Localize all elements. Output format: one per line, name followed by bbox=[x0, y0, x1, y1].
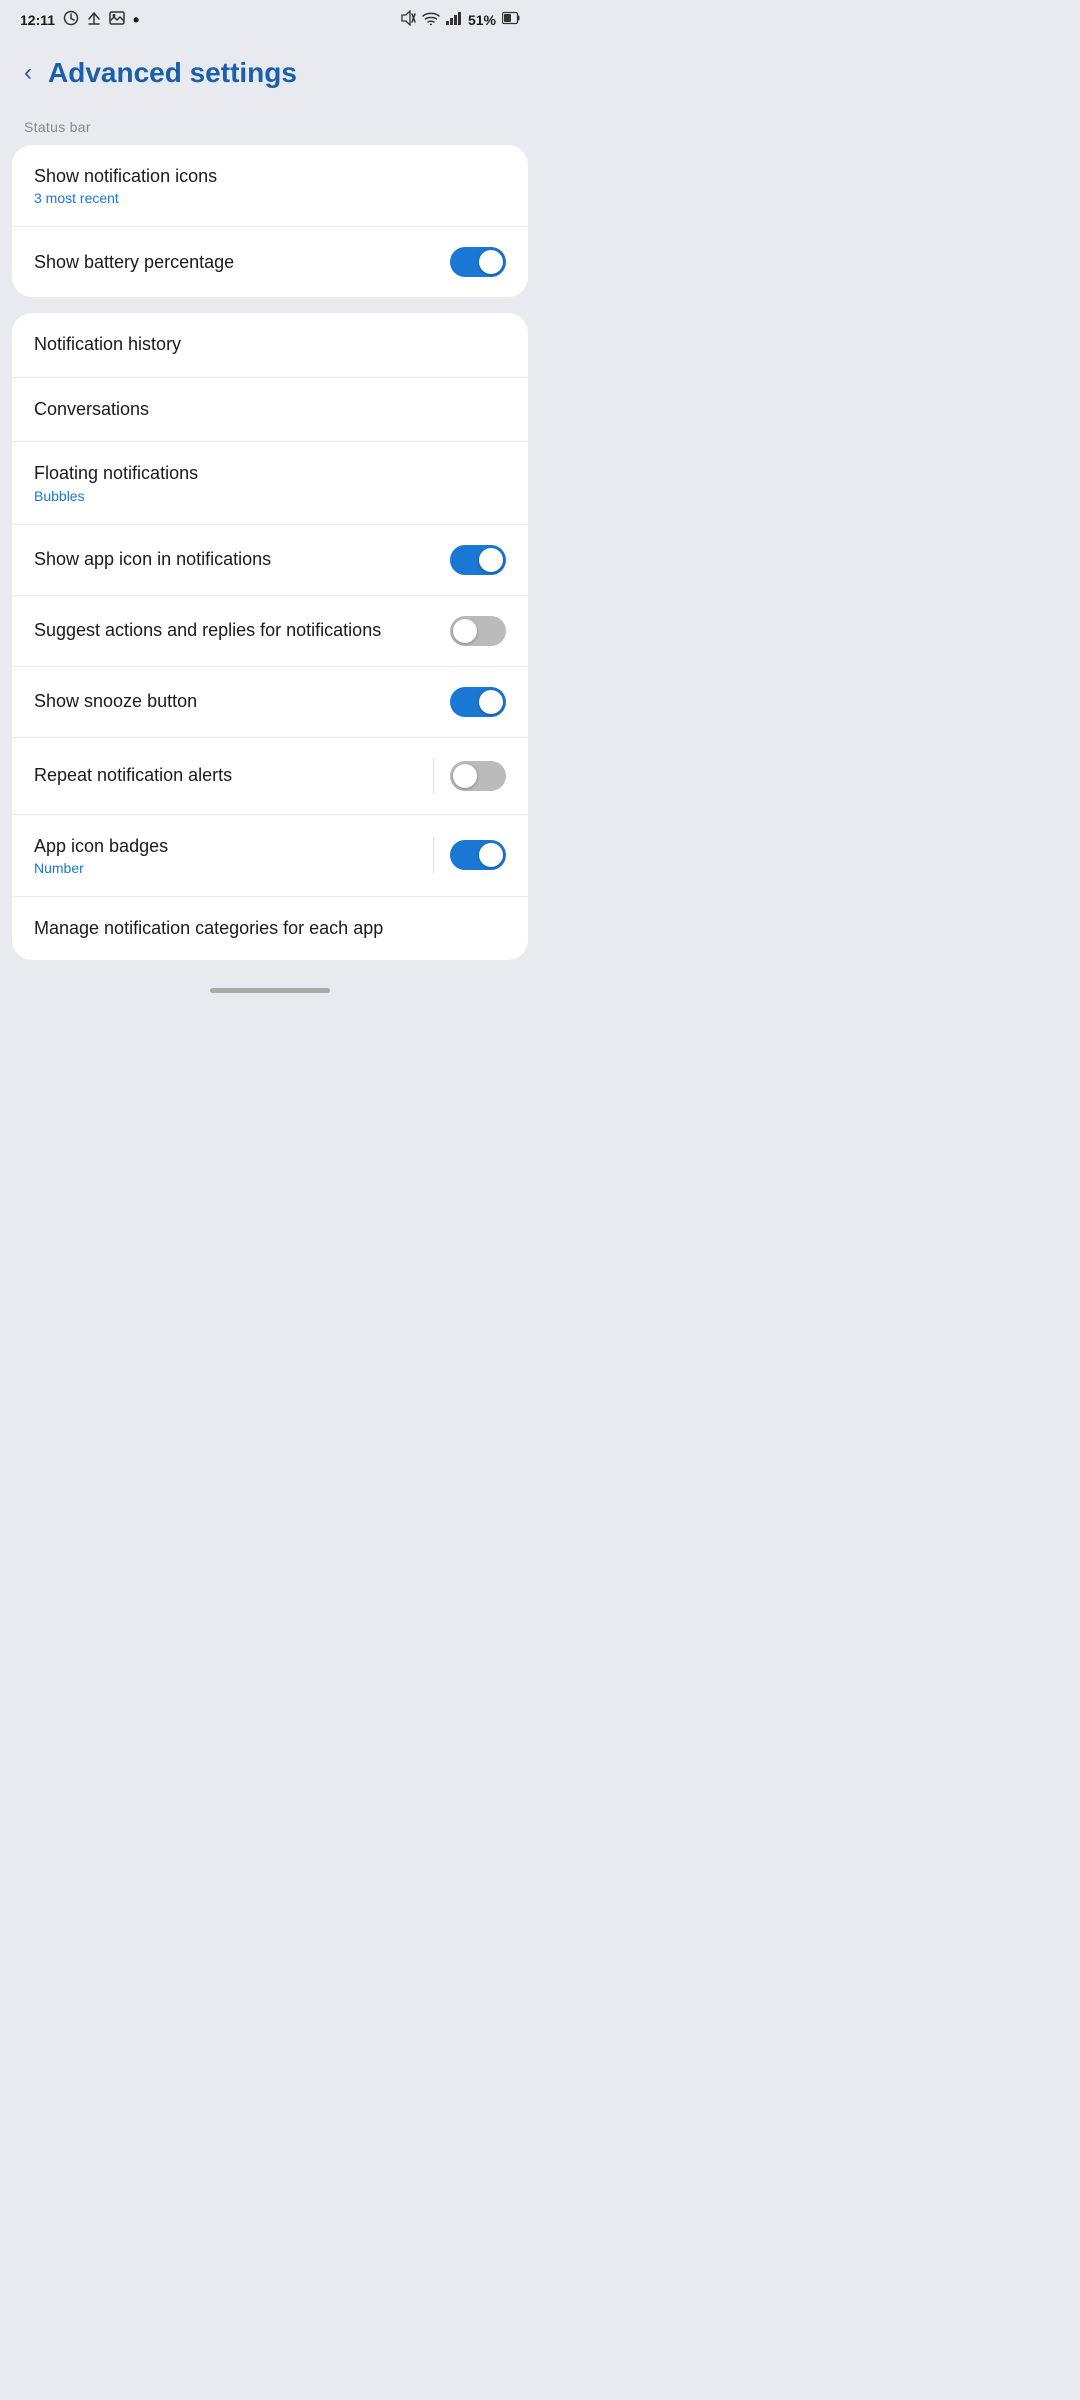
card-notifications: Notification history Conversations Float… bbox=[12, 313, 528, 960]
setting-subtitle: Number bbox=[34, 860, 433, 876]
upload-icon bbox=[87, 10, 101, 29]
toggle-suggest-actions[interactable] bbox=[450, 616, 506, 646]
setting-title: Conversations bbox=[34, 398, 506, 421]
setting-suggest-actions[interactable]: Suggest actions and replies for notifica… bbox=[12, 596, 528, 667]
setting-subtitle: Bubbles bbox=[34, 488, 506, 504]
scroll-bar bbox=[210, 988, 330, 993]
setting-show-app-icon[interactable]: Show app icon in notifications bbox=[12, 525, 528, 596]
signal-icon bbox=[446, 11, 462, 28]
wifi-icon bbox=[422, 11, 440, 28]
status-bar-left: 12:11 • bbox=[20, 10, 139, 29]
scroll-indicator bbox=[0, 976, 540, 1005]
toggle-app-badges[interactable] bbox=[450, 840, 506, 870]
setting-title: Repeat notification alerts bbox=[34, 764, 433, 787]
dot-icon: • bbox=[133, 11, 139, 29]
setting-title: Show app icon in notifications bbox=[34, 548, 450, 571]
setting-title: Show notification icons bbox=[34, 165, 506, 188]
divider bbox=[433, 758, 434, 794]
setting-notification-history[interactable]: Notification history bbox=[12, 313, 528, 377]
clock-icon bbox=[63, 10, 79, 29]
status-bar-right: 51% bbox=[400, 10, 520, 29]
setting-repeat-alerts[interactable]: Repeat notification alerts bbox=[12, 738, 528, 815]
setting-title: App icon badges bbox=[34, 835, 433, 858]
toggle-app-icon[interactable] bbox=[450, 545, 506, 575]
card-status-bar: Show notification icons 3 most recent Sh… bbox=[12, 145, 528, 297]
divider bbox=[433, 837, 434, 873]
toggle-repeat-alerts[interactable] bbox=[450, 761, 506, 791]
setting-title: Show snooze button bbox=[34, 690, 450, 713]
back-button[interactable]: ‹ bbox=[16, 55, 40, 91]
page-title: Advanced settings bbox=[48, 57, 297, 89]
setting-manage-categories[interactable]: Manage notification categories for each … bbox=[12, 897, 528, 960]
battery-percent: 51% bbox=[468, 12, 496, 28]
setting-show-snooze[interactable]: Show snooze button bbox=[12, 667, 528, 738]
section-label-status-bar: Status bar bbox=[0, 107, 540, 141]
setting-title: Manage notification categories for each … bbox=[34, 917, 506, 940]
setting-app-icon-badges[interactable]: App icon badges Number bbox=[12, 815, 528, 897]
header: ‹ Advanced settings bbox=[0, 35, 540, 107]
image-icon bbox=[109, 11, 125, 28]
setting-show-battery-percentage[interactable]: Show battery percentage bbox=[12, 227, 528, 297]
mute-icon bbox=[400, 10, 416, 29]
battery-icon bbox=[502, 11, 520, 28]
status-time: 12:11 bbox=[20, 12, 55, 28]
setting-title: Suggest actions and replies for notifica… bbox=[34, 619, 450, 642]
setting-title: Show battery percentage bbox=[34, 251, 450, 274]
setting-title: Floating notifications bbox=[34, 462, 506, 485]
setting-subtitle: 3 most recent bbox=[34, 190, 506, 206]
setting-floating-notifications[interactable]: Floating notifications Bubbles bbox=[12, 442, 528, 524]
toggle-snooze[interactable] bbox=[450, 687, 506, 717]
setting-title: Notification history bbox=[34, 333, 506, 356]
toggle-battery-percentage[interactable] bbox=[450, 247, 506, 277]
status-bar: 12:11 • bbox=[0, 0, 540, 35]
setting-conversations[interactable]: Conversations bbox=[12, 378, 528, 442]
setting-show-notification-icons[interactable]: Show notification icons 3 most recent bbox=[12, 145, 528, 227]
